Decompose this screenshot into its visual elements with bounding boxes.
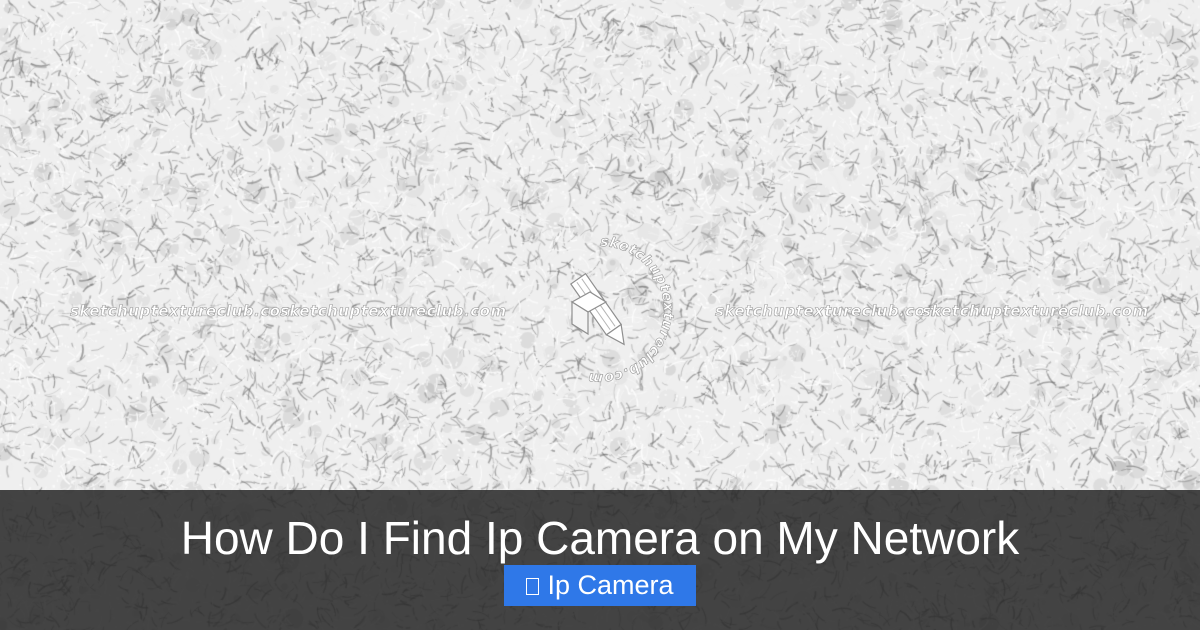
hero-image: sketchuptextureclub.com sketchuptexturec…	[0, 0, 1200, 630]
category-badge[interactable]: Ip Camera	[504, 565, 696, 606]
tag-icon	[526, 578, 540, 595]
category-label: Ip Camera	[547, 570, 674, 600]
page-title: How Do I Find Ip Camera on My Network	[180, 512, 1020, 564]
